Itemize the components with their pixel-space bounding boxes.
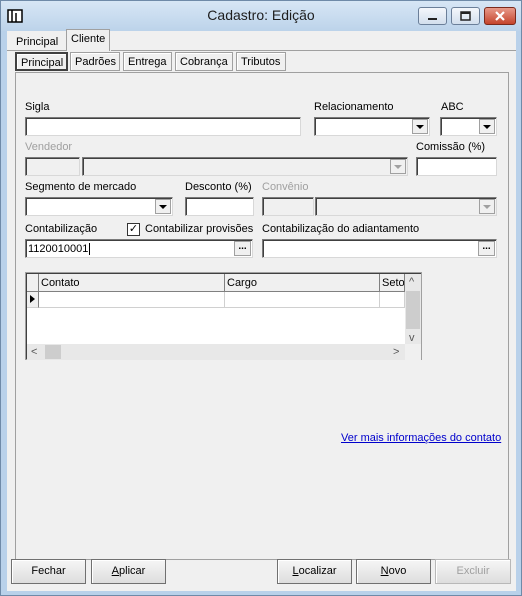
segmento-label: Segmento de mercado [25,181,137,193]
close-icon [495,11,505,21]
minimize-button[interactable] [418,7,447,25]
contabilizacao-input[interactable]: 1120010001 ... [25,239,253,258]
aplicar-button[interactable]: Aplicar [91,559,166,584]
convenio-select [315,197,497,216]
convenio-label: Convênio [262,181,309,193]
subtab-principal[interactable]: Principal [15,52,68,71]
maximize-icon [460,11,471,21]
contabilizacao-value: 1120010001 [28,243,89,255]
contabilizar-provisoes-checkbox[interactable]: ✓ [127,223,140,236]
subtab-cobranca[interactable]: Cobrança [175,52,233,71]
desconto-input[interactable] [185,197,254,216]
column-header-contato[interactable]: Contato [39,274,225,292]
dialog-body: Principal Cliente Principal Padrões Entr… [7,29,516,591]
column-header-setor[interactable]: Seto [380,274,405,292]
convenio-dropdown-button [479,199,495,214]
comissao-input[interactable] [416,157,497,176]
vendedor-code-input [25,157,80,176]
scroll-up-icon[interactable]: ^ [409,276,414,288]
abc-label: ABC [441,101,464,113]
table-cell[interactable] [380,292,405,308]
ver-mais-contato-link[interactable]: Ver mais informações do contato [341,432,501,444]
row-pointer-icon [30,295,35,303]
contab-adiantamento-lookup-button[interactable]: ... [478,241,495,256]
tab-cliente[interactable]: Cliente [66,29,111,51]
vertical-scroll-thumb[interactable] [406,291,420,329]
tab-divider [111,50,516,51]
contacts-grid[interactable]: Contato Cargo Seto ^ v < > [25,272,422,360]
chevron-down-icon [483,124,491,129]
minimize-icon [428,18,437,20]
chevron-down-icon [416,124,424,129]
text-cursor [89,243,91,255]
table-cell[interactable] [39,292,225,308]
contabilizar-provisoes-label: Contabilizar provisões [145,223,254,235]
relacionamento-label: Relacionamento [314,101,394,113]
chevron-down-icon [159,204,167,209]
table-cell[interactable] [225,292,380,308]
column-header-cargo[interactable]: Cargo [225,274,380,292]
excluir-button: Excluir [435,559,511,584]
contabilizacao-label: Contabilização [25,223,98,235]
maximize-button[interactable] [451,7,480,25]
close-button[interactable] [484,7,516,25]
segmento-select[interactable] [25,197,173,216]
checkmark-icon: ✓ [128,223,139,235]
abc-select[interactable] [440,117,497,136]
vendedor-select [82,157,408,176]
chevron-down-icon [394,164,402,169]
fechar-button[interactable]: Fechar [11,559,86,584]
row-indicator[interactable] [27,292,39,308]
subtab-entrega[interactable]: Entrega [123,52,172,71]
segmento-dropdown-button[interactable] [155,199,171,214]
contab-adiantamento-input[interactable]: ... [262,239,497,258]
content-panel: Sigla Relacionamento ABC Vendedor Comiss… [15,72,509,560]
relacionamento-select[interactable] [314,117,430,136]
subtab-tributos[interactable]: Tributos [236,52,286,71]
tab-divider [7,50,66,51]
grid-corner [27,274,39,292]
contabilizacao-lookup-button[interactable]: ... [234,241,251,256]
vertical-scrollbar[interactable]: ^ v [405,274,421,344]
horizontal-scroll-thumb[interactable] [45,345,61,359]
vendedor-label: Vendedor [25,141,73,153]
comissao-label: Comissão (%) [416,141,486,153]
title-bar[interactable]: Cadastro: Edição [1,1,521,31]
subtab-padroes[interactable]: Padrões [70,52,120,71]
chevron-down-icon [483,204,491,209]
scroll-down-icon[interactable]: v [409,332,415,344]
abc-dropdown-button[interactable] [479,119,495,134]
window: Cadastro: Edição Principal Cliente Princ… [0,0,522,596]
vendedor-dropdown-button [390,159,406,174]
convenio-code-input [262,197,314,216]
horizontal-scrollbar[interactable]: < > [27,344,405,360]
sigla-input[interactable] [25,117,301,136]
scroll-left-icon[interactable]: < [31,346,37,358]
sigla-label: Sigla [25,101,50,113]
novo-button[interactable]: Novo [356,559,431,584]
desconto-label: Desconto (%) [185,181,252,193]
contab-adiantamento-label: Contabilização do adiantamento [262,223,420,235]
tab-principal[interactable]: Principal [12,33,62,51]
scrollbar-corner [405,344,421,360]
localizar-button[interactable]: Localizar [277,559,352,584]
scroll-right-icon[interactable]: > [393,346,399,358]
relacionamento-dropdown-button[interactable] [412,119,428,134]
